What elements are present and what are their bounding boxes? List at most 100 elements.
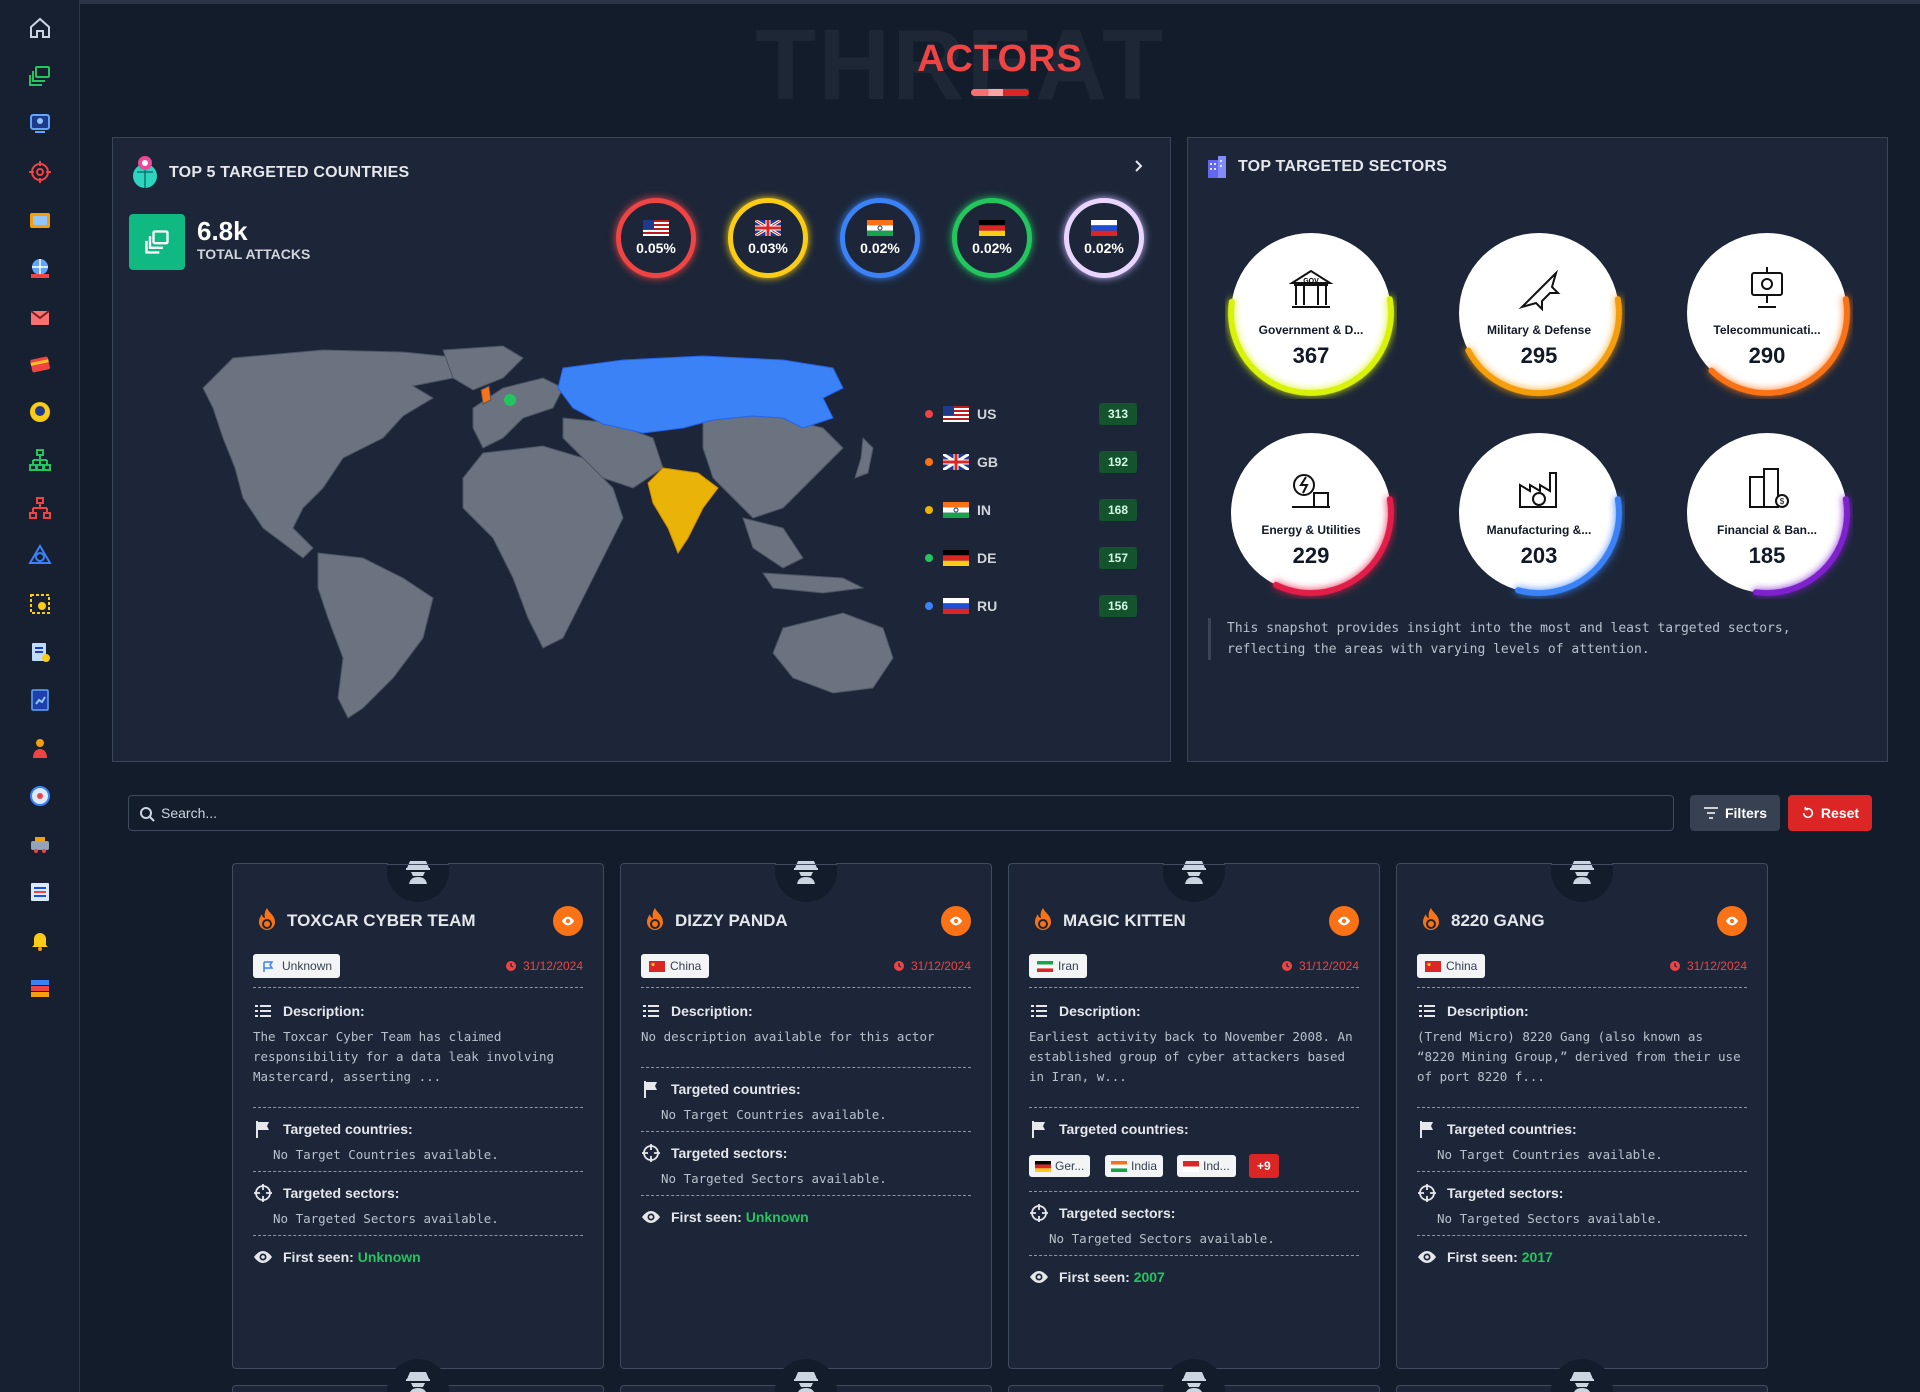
- id-flag-icon: [1183, 1160, 1199, 1172]
- divider: [1029, 1255, 1359, 1256]
- sector-progress-arc: [1456, 230, 1622, 396]
- hacker-icon: [406, 861, 430, 884]
- country-ring-in[interactable]: 0.02%: [840, 198, 920, 278]
- targeted-country-chip[interactable]: India: [1105, 1155, 1164, 1177]
- divider: [1029, 1191, 1359, 1192]
- targeted-country-chip[interactable]: Ger...: [1029, 1155, 1091, 1177]
- flag-icon: [1420, 1121, 1433, 1138]
- divider: [1417, 1235, 1747, 1236]
- network-icon[interactable]: [26, 494, 54, 522]
- actor-date-value: 31/12/2024: [910, 959, 971, 973]
- targeted-country-chip[interactable]: Ind...: [1177, 1155, 1236, 1177]
- targeted-country-name: India: [1131, 1159, 1158, 1173]
- hacker-icon: [1182, 1372, 1206, 1392]
- sector-circle[interactable]: GOV Government & D... 367: [1228, 230, 1394, 396]
- actor-date: 31/12/2024: [893, 959, 971, 973]
- shapes-icon[interactable]: [26, 542, 54, 570]
- eye-icon: [1030, 1271, 1048, 1283]
- divider: [253, 987, 583, 988]
- legend-row-in: IN 168: [925, 498, 1137, 522]
- flag-icon: [644, 1081, 657, 1098]
- targeted-countries-label: Targeted countries:: [1447, 1121, 1577, 1137]
- globe-icon[interactable]: [26, 254, 54, 282]
- sector-circle[interactable]: Energy & Utilities 229: [1228, 430, 1394, 596]
- first-seen-label: First seen:: [1059, 1269, 1130, 1285]
- country-ring-us[interactable]: 0.05%: [616, 198, 696, 278]
- search-input[interactable]: [161, 796, 1661, 830]
- targeted-country-name: Ind...: [1203, 1159, 1230, 1173]
- actor-description: No description available for this actor: [641, 1029, 935, 1044]
- sector-circle[interactable]: Military & Defense 295: [1456, 230, 1622, 396]
- list-icon: [255, 1005, 271, 1017]
- crosshair-icon: [1418, 1184, 1436, 1202]
- stack-icon[interactable]: [26, 974, 54, 1002]
- reset-button[interactable]: Reset: [1788, 795, 1872, 831]
- actor-card[interactable]: MAGIC KITTEN Iran 31/12/2024 Description: Ea…: [1008, 840, 1380, 1369]
- crosshair-icon: [254, 1184, 272, 1202]
- ring-pct: 0.02%: [972, 240, 1012, 256]
- hierarchy-icon[interactable]: [26, 446, 54, 474]
- clock-icon: [505, 961, 516, 971]
- divider: [1417, 1171, 1747, 1172]
- legend-dot: [925, 458, 933, 466]
- badge-icon[interactable]: [26, 398, 54, 426]
- actor-name: MAGIC KITTEN: [1063, 911, 1186, 930]
- view-actor-button[interactable]: [1329, 906, 1359, 936]
- user-icon[interactable]: [26, 734, 54, 762]
- bell-icon[interactable]: [26, 926, 54, 954]
- reset-icon: [1802, 806, 1814, 819]
- list-icon[interactable]: [26, 878, 54, 906]
- more-countries-badge[interactable]: +9: [1249, 1154, 1279, 1178]
- world-map[interactable]: [143, 338, 963, 738]
- sector-circle[interactable]: Manufacturing &... 203: [1456, 430, 1622, 596]
- view-actor-button[interactable]: [1717, 906, 1747, 936]
- actor-card[interactable]: 8220 GANG China 31/12/2024 Description: (Tre…: [1396, 840, 1768, 1369]
- chevron-right-icon[interactable]: [1130, 158, 1146, 174]
- settings-icon[interactable]: [26, 590, 54, 618]
- sectors-note: This snapshot provides insight into the …: [1208, 618, 1828, 660]
- folder-icon[interactable]: [26, 206, 54, 234]
- vehicle-icon[interactable]: [26, 830, 54, 858]
- map-russia: [557, 355, 844, 434]
- sector-circle[interactable]: $ Financial & Ban... 185: [1684, 430, 1850, 596]
- divider: [1029, 1107, 1359, 1108]
- first-seen-row: First seen: Unknown: [641, 1207, 809, 1227]
- targeted-sectors-label: Targeted sectors:: [283, 1185, 400, 1201]
- map-germany: [504, 394, 516, 406]
- filters-button[interactable]: Filters: [1690, 795, 1780, 831]
- legend-code: GB: [977, 454, 998, 470]
- targeted-sectors-heading: Targeted sectors:: [1417, 1183, 1563, 1203]
- first-seen-row: First seen: 2017: [1417, 1247, 1553, 1267]
- divider: [641, 1195, 971, 1196]
- actor-date: 31/12/2024: [505, 959, 583, 973]
- actor-card[interactable]: DIZZY PANDA China 31/12/2024 Description: No…: [620, 840, 992, 1369]
- us-flag-icon: [643, 220, 669, 236]
- report-icon[interactable]: [26, 686, 54, 714]
- sector-circle[interactable]: Telecommunicati... 290: [1684, 230, 1850, 396]
- actor-card[interactable]: TOXCAR CYBER TEAM Unknown 31/12/2024 Descri…: [232, 840, 604, 1369]
- credit-card-icon[interactable]: [26, 350, 54, 378]
- fire-icon: [1423, 908, 1439, 930]
- divider: [253, 1235, 583, 1236]
- in-flag-icon: [943, 502, 969, 518]
- country-ring-de[interactable]: 0.02%: [952, 198, 1032, 278]
- country-ring-ru[interactable]: 0.02%: [1064, 198, 1144, 278]
- view-actor-button[interactable]: [941, 906, 971, 936]
- actor-country-chip: China: [641, 954, 710, 978]
- world-icon[interactable]: [26, 782, 54, 810]
- view-actor-button[interactable]: [553, 906, 583, 936]
- actor-name: 8220 GANG: [1451, 911, 1545, 930]
- ir-flag-icon: [1037, 960, 1053, 972]
- targeted-countries-label: Targeted countries:: [283, 1121, 413, 1137]
- description-label: Description:: [1059, 1003, 1141, 1019]
- top-countries-panel: TOP 5 TARGETED COUNTRIES 6.8k TOTAL ATTA…: [112, 137, 1171, 762]
- fire-icon: [259, 908, 275, 930]
- hacker-icon: [1570, 1372, 1594, 1392]
- in-flag-icon: [867, 220, 893, 236]
- legend-count: 192: [1099, 451, 1137, 473]
- country-ring-gb[interactable]: 0.03%: [728, 198, 808, 278]
- targeted-sectors-heading: Targeted sectors:: [1029, 1203, 1175, 1223]
- mail-icon[interactable]: [26, 302, 54, 330]
- clipboard-icon[interactable]: [26, 638, 54, 666]
- target-icon[interactable]: [26, 158, 54, 186]
